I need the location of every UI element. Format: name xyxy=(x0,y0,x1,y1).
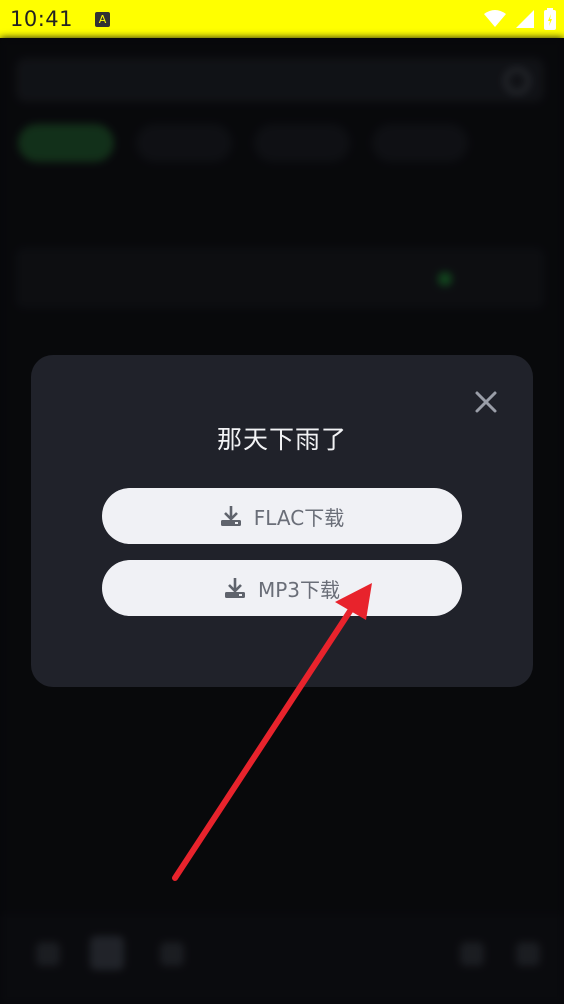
flac-download-button[interactable]: FLAC下载 xyxy=(102,488,462,544)
download-icon xyxy=(220,506,241,526)
status-icons xyxy=(484,8,556,30)
notification-a-icon: A xyxy=(95,11,111,27)
wifi-icon xyxy=(484,10,506,27)
battery-icon xyxy=(544,8,556,30)
signal-icon xyxy=(516,10,534,28)
flac-download-label: FLAC下载 xyxy=(253,505,345,530)
close-icon[interactable] xyxy=(473,389,499,415)
mp3-download-button[interactable]: MP3下载 xyxy=(102,560,462,616)
status-bar: 10:41 A xyxy=(0,0,564,38)
dialog-title: 那天下雨了 xyxy=(216,425,347,454)
mp3-download-label: MP3下载 xyxy=(257,577,341,602)
download-dialog: 那天下雨了 FLAC下载 MP3下载 xyxy=(31,355,533,687)
download-icon xyxy=(224,578,245,598)
screen: 10:41 A 那天下雨了 FLAC下载 MP3下载 xyxy=(0,0,564,1004)
status-time: 10:41 xyxy=(10,7,74,31)
